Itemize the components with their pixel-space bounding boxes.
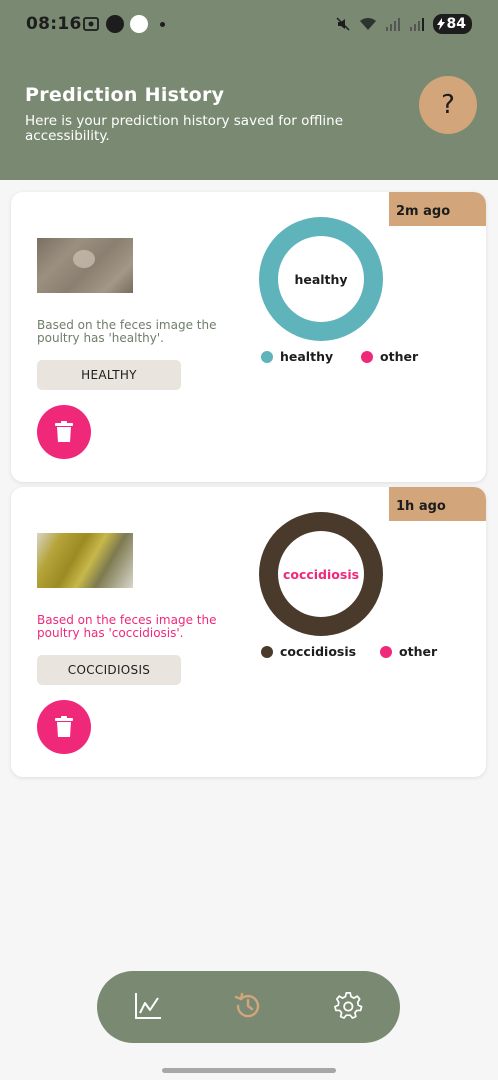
time-ago-badge: 1h ago	[389, 487, 486, 521]
legend-label: healthy	[280, 349, 334, 364]
battery-level: 84	[446, 16, 466, 32]
trash-icon	[55, 716, 73, 737]
time-ago-badge: 2m ago	[389, 192, 486, 226]
legend-item-other: other	[361, 349, 418, 364]
legend-label: coccidiosis	[280, 644, 357, 659]
signal-icon	[385, 18, 400, 31]
help-button[interactable]: ?	[419, 76, 477, 134]
chart-legend: healthy other	[261, 349, 418, 364]
prediction-description: Based on the feces image the poultry has…	[37, 318, 217, 345]
settings-icon[interactable]	[332, 989, 366, 1023]
legend-label: other	[380, 349, 419, 364]
prediction-card: 2m ago Based on the feces image the poul…	[11, 192, 486, 482]
legend-dot	[261, 350, 273, 363]
legend-dot	[380, 645, 392, 658]
feces-image-thumbnail	[37, 533, 133, 588]
status-time: 08:16	[26, 14, 82, 34]
donut-center-label: healthy	[278, 236, 364, 322]
home-indicator[interactable]	[162, 1068, 336, 1073]
page-subtitle: Here is your prediction history saved fo…	[25, 113, 344, 144]
prediction-card: 1h ago Based on the feces image the poul…	[11, 487, 486, 777]
legend-label: other	[399, 644, 438, 659]
bottom-navigation	[97, 971, 400, 1043]
legend-dot	[361, 350, 373, 363]
feces-image-thumbnail	[37, 238, 133, 293]
battery-indicator: 84	[432, 14, 472, 34]
more-dot-icon	[160, 21, 165, 27]
screenshot-icon	[83, 17, 99, 31]
status-system-icons: 84	[335, 14, 472, 34]
app-a-icon	[106, 15, 124, 33]
wifi-icon	[359, 17, 376, 30]
legend-item-healthy: healthy	[261, 349, 333, 364]
prediction-description: Based on the feces image the poultry has…	[37, 613, 217, 640]
prediction-label-button[interactable]: HEALTHY	[37, 360, 181, 390]
prediction-label-button[interactable]: COCCIDIOSIS	[37, 655, 181, 685]
app-notify-icon	[130, 15, 148, 33]
chart-legend: coccidiosis other	[261, 644, 437, 659]
legend-dot	[261, 645, 273, 658]
history-icon[interactable]	[231, 989, 265, 1023]
prediction-donut-chart: healthy	[259, 217, 383, 341]
delete-button[interactable]	[37, 405, 91, 459]
mute-icon	[335, 17, 350, 31]
page-title: Prediction History	[25, 84, 225, 106]
delete-button[interactable]	[37, 700, 91, 754]
status-bar: 08:16 84	[0, 0, 498, 50]
app-header: 08:16 84 Prediction History Here is your…	[0, 0, 498, 180]
status-notification-icons	[82, 15, 165, 33]
donut-center-label: coccidiosis	[278, 531, 364, 617]
chart-icon[interactable]	[131, 989, 165, 1023]
trash-icon	[55, 421, 73, 442]
charging-bolt-icon	[436, 18, 445, 30]
signal-icon-2	[409, 18, 424, 31]
prediction-donut-chart: coccidiosis	[259, 512, 383, 636]
legend-item-coccidiosis: coccidiosis	[261, 644, 356, 659]
legend-item-other: other	[380, 644, 437, 659]
